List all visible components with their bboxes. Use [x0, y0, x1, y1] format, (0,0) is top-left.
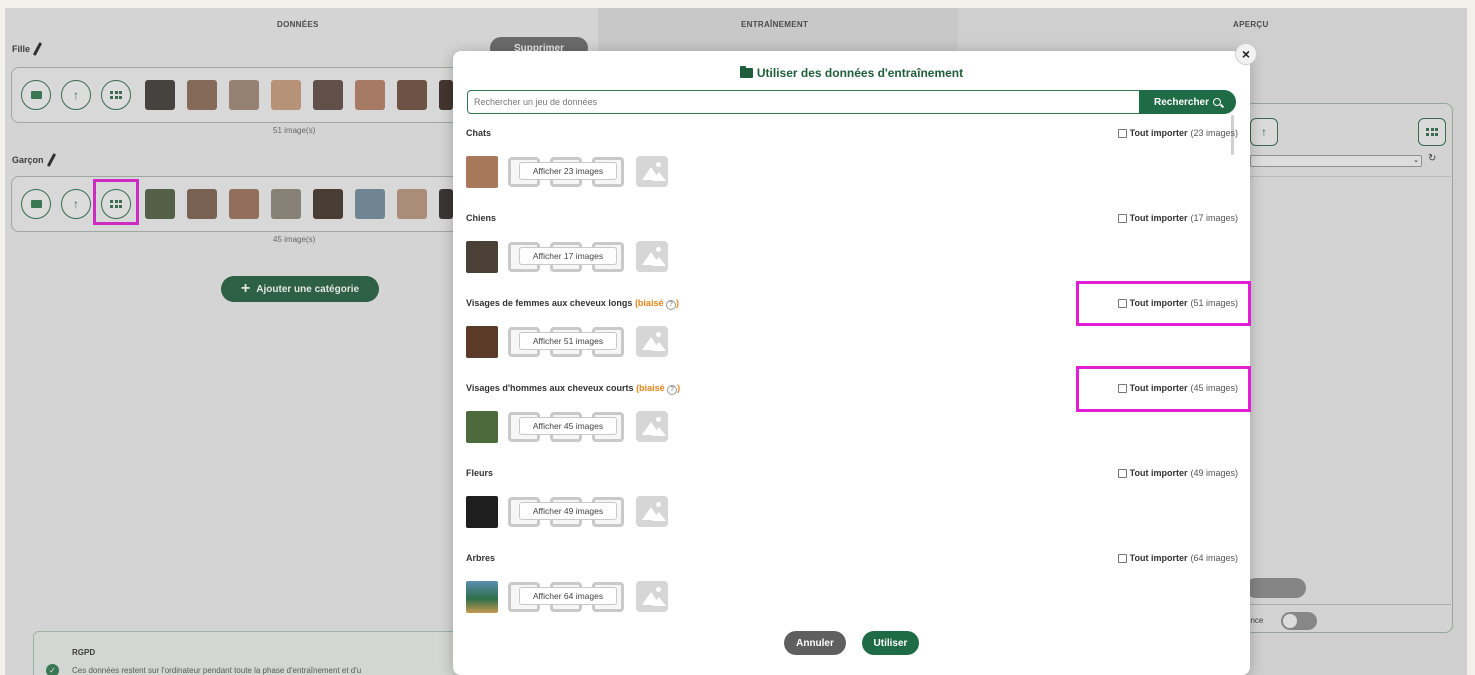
show-images-button[interactable]: Afficher 23 images [519, 162, 617, 180]
import-all-label: Tout importer [1129, 213, 1188, 223]
dataset-name-text: Chiens [466, 213, 497, 223]
dataset-preview-row: Afficher 45 images [466, 410, 686, 444]
dataset-name: Visages d'hommes aux cheveux courts (bia… [466, 383, 680, 395]
dataset-preview-row: Afficher 49 images [466, 495, 686, 529]
dataset-thumbnail [466, 326, 498, 358]
import-all-checkbox[interactable] [1117, 553, 1127, 563]
show-images-button[interactable]: Afficher 45 images [519, 417, 617, 435]
dataset-preview-row: Afficher 17 images [466, 240, 686, 274]
dataset-preview-row: Afficher 23 images [466, 155, 686, 189]
highlight-box [1076, 281, 1251, 326]
import-all-label: Tout importer [1129, 468, 1188, 478]
import-all-checkbox[interactable] [1117, 128, 1127, 138]
biased-label: (biaisé [636, 383, 665, 393]
dataset-search-input[interactable] [467, 90, 1141, 114]
dataset-name: Visages de femmes aux cheveux longs (bia… [466, 298, 679, 310]
biased-label: (biaisé [634, 298, 664, 308]
import-count: (49 images) [1190, 468, 1238, 478]
dataset-thumbnail [466, 411, 498, 443]
image-placeholder-icon[interactable] [636, 411, 668, 442]
folder-icon [739, 66, 753, 78]
show-images-button[interactable]: Afficher 64 images [519, 587, 617, 605]
close-icon[interactable]: × [1235, 43, 1257, 65]
import-all-checkbox[interactable] [1117, 468, 1127, 478]
show-images-button[interactable]: Afficher 17 images [519, 247, 617, 265]
dataset-name: Arbres [466, 553, 495, 563]
highlight-box [1076, 366, 1251, 412]
cancel-button[interactable]: Annuler [784, 631, 846, 655]
dataset-preview-row: Afficher 64 images [466, 580, 686, 614]
dataset-name-text: Arbres [466, 553, 496, 563]
search-icon [1213, 98, 1222, 106]
biased-paren: ) [675, 298, 679, 308]
image-placeholder-icon[interactable] [636, 326, 668, 357]
dataset-thumbnail [466, 156, 498, 188]
dataset-thumbnail [466, 241, 498, 273]
import-count: (17 images) [1190, 213, 1238, 223]
show-images-button[interactable]: Afficher 49 images [519, 502, 617, 520]
image-placeholder-icon[interactable] [636, 156, 668, 187]
dataset-name: Chiens [466, 213, 496, 223]
dataset-name-text: Visages d'hommes aux cheveux courts [466, 383, 634, 393]
import-all-option[interactable]: Tout importer (23 images) [1117, 128, 1238, 138]
dataset-thumbnail [466, 581, 498, 613]
image-placeholder-icon[interactable] [636, 241, 668, 272]
modal-title-text: Utiliser des données d'entraînement [756, 66, 964, 80]
dataset-modal: Utiliser des données d'entraînement Rech… [453, 51, 1250, 675]
dataset-preview-row: Afficher 51 images [466, 325, 686, 359]
use-button[interactable]: Utiliser [862, 631, 919, 655]
biased-paren: ) [677, 383, 681, 393]
import-all-option[interactable]: Tout importer (17 images) [1117, 213, 1238, 223]
show-images-button[interactable]: Afficher 51 images [519, 332, 617, 350]
help-icon[interactable]: ? [665, 300, 676, 310]
help-icon[interactable]: ? [667, 385, 678, 395]
import-all-option[interactable]: Tout importer (64 images) [1117, 553, 1238, 563]
dataset-name-text: Visages de femmes aux cheveux longs [466, 298, 633, 308]
dataset-name-text: Chats [466, 128, 492, 138]
import-all-checkbox[interactable] [1117, 213, 1127, 223]
dataset-name: Chats [466, 128, 491, 138]
import-all-label: Tout importer [1129, 553, 1188, 563]
dataset-thumbnail [466, 496, 498, 528]
image-placeholder-icon[interactable] [636, 496, 668, 527]
search-button-label: Rechercher [1153, 96, 1210, 108]
import-count: (23 images) [1190, 128, 1238, 138]
image-placeholder-icon[interactable] [636, 581, 668, 612]
search-button[interactable]: Rechercher [1139, 90, 1236, 114]
modal-title: Utiliser des données d'entraînement [453, 66, 1250, 80]
dataset-name-text: Fleurs [466, 468, 494, 478]
import-all-label: Tout importer [1129, 128, 1188, 138]
import-count: (64 images) [1190, 553, 1238, 563]
dataset-name: Fleurs [466, 468, 493, 478]
import-all-option[interactable]: Tout importer (49 images) [1117, 468, 1238, 478]
